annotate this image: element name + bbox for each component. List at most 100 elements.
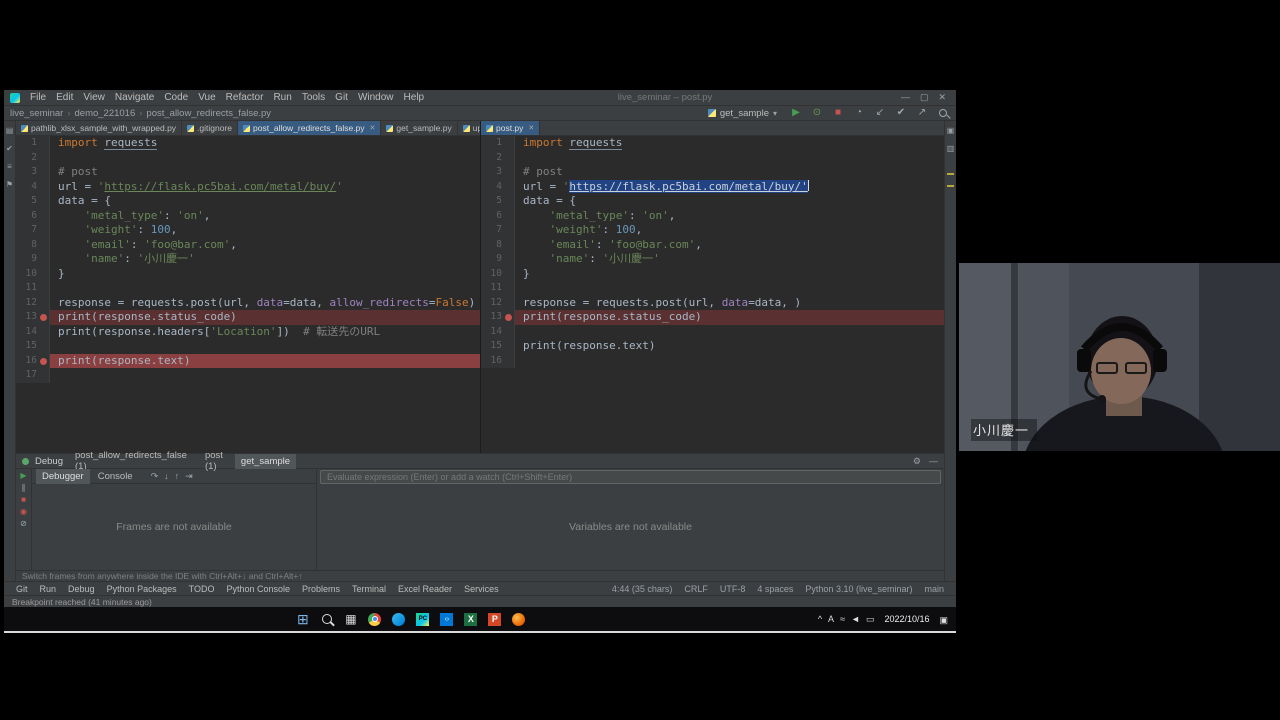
debug-session-tab-post-1[interactable]: post (1): [199, 454, 229, 469]
excel-button[interactable]: X: [460, 607, 482, 631]
toolwindow-python-console[interactable]: Python Console: [220, 584, 296, 594]
run-to-cursor-button[interactable]: ⇥: [185, 471, 193, 482]
notification-center-button[interactable]: ▣: [940, 615, 949, 625]
line-number[interactable]: 7: [481, 223, 515, 238]
toolwindow-services[interactable]: Services: [458, 584, 505, 594]
chrome-button[interactable]: [364, 607, 386, 631]
code-editor-right[interactable]: 1import requests23# post4url = 'https://…: [481, 136, 944, 453]
close-icon[interactable]: ✕: [528, 124, 534, 132]
menu-edit[interactable]: Edit: [51, 92, 78, 103]
pause-button[interactable]: ∥: [22, 484, 26, 492]
line-number[interactable]: 15: [481, 339, 515, 354]
network-icon[interactable]: ≈: [840, 614, 845, 625]
line-number[interactable]: 5: [16, 194, 50, 209]
debug-button[interactable]: ⊙: [810, 108, 824, 118]
line-number[interactable]: 4: [481, 180, 515, 195]
status-4-44-35-chars[interactable]: 4:44 (35 chars): [606, 584, 679, 594]
line-number[interactable]: 1: [481, 136, 515, 151]
maximize-button[interactable]: ▢: [920, 92, 929, 103]
evaluate-expression-input[interactable]: Evaluate expression (Enter) or add a wat…: [320, 470, 941, 484]
tab-console[interactable]: Console: [92, 469, 139, 484]
line-number[interactable]: 12: [481, 296, 515, 311]
menu-vue[interactable]: Vue: [193, 92, 220, 103]
code-editor-left[interactable]: 1import requests23# post4url = 'https://…: [16, 136, 480, 453]
breadcrumb-item[interactable]: post_allow_redirects_false.py: [146, 108, 271, 119]
line-number[interactable]: 3: [16, 165, 50, 180]
search-button[interactable]: [316, 607, 338, 631]
git-push-button[interactable]: ↗: [915, 108, 929, 118]
coverage-button[interactable]: ◔: [852, 108, 866, 118]
line-number[interactable]: 16: [481, 354, 515, 369]
toolwindow-python-packages[interactable]: Python Packages: [101, 584, 183, 594]
line-number[interactable]: 7: [16, 223, 50, 238]
close-icon[interactable]: ✕: [370, 124, 376, 132]
minimize-button[interactable]: —: [901, 92, 910, 103]
breakpoint-icon[interactable]: [505, 314, 512, 321]
tab-gitignore[interactable]: .gitignore: [182, 121, 238, 135]
menu-tools[interactable]: Tools: [297, 92, 330, 103]
status-python-3-10-live-seminar[interactable]: Python 3.10 (live_seminar): [799, 584, 918, 594]
line-number[interactable]: 5: [481, 194, 515, 209]
tab-pathlib-xlsx-sample-with-wrapped-py[interactable]: pathlib_xlsx_sample_with_wrapped.py: [16, 121, 182, 135]
breadcrumb-item[interactable]: demo_221016: [75, 108, 136, 119]
close-button[interactable]: ✕: [938, 92, 946, 103]
commit-tool-button[interactable]: ✔: [6, 145, 13, 153]
toolwindow-problems[interactable]: Problems: [296, 584, 346, 594]
line-number[interactable]: 1: [16, 136, 50, 151]
line-number[interactable]: 11: [16, 281, 50, 296]
database-tool-button[interactable]: ▥: [947, 145, 955, 153]
breakpoint-icon[interactable]: [40, 314, 47, 321]
status-utf-8[interactable]: UTF-8: [714, 584, 752, 594]
step-out-button[interactable]: ↑: [175, 471, 180, 482]
menu-file[interactable]: File: [25, 92, 51, 103]
line-number[interactable]: 16: [16, 354, 50, 369]
project-tool-button[interactable]: ▤: [6, 127, 14, 135]
line-number[interactable]: 12: [16, 296, 50, 311]
line-number[interactable]: 2: [16, 151, 50, 166]
breakpoint-icon[interactable]: [40, 358, 47, 365]
debug-session-tab-get-sample[interactable]: get_sample: [235, 454, 296, 469]
toolwindow-todo[interactable]: TODO: [183, 584, 221, 594]
toolwindow-terminal[interactable]: Terminal: [346, 584, 392, 594]
stop-button[interactable]: ■: [831, 108, 845, 118]
git-commit-button[interactable]: ✔: [894, 108, 908, 118]
line-number[interactable]: 9: [16, 252, 50, 267]
menu-navigate[interactable]: Navigate: [110, 92, 159, 103]
vscode-button[interactable]: ‹›: [436, 607, 458, 631]
pycharm-button[interactable]: PC: [412, 607, 434, 631]
tab-post-allow-redirects-false-py[interactable]: post_allow_redirects_false.py✕: [238, 121, 381, 135]
line-number[interactable]: 13: [16, 310, 50, 325]
line-number[interactable]: 6: [16, 209, 50, 224]
status-main[interactable]: main: [918, 584, 950, 594]
git-update-button[interactable]: ↙: [873, 108, 887, 118]
toolwindow-excel-reader[interactable]: Excel Reader: [392, 584, 458, 594]
step-into-button[interactable]: ↓: [164, 471, 169, 482]
bookmarks-tool-button[interactable]: ⚑: [6, 181, 13, 189]
start-button[interactable]: ⊞: [292, 607, 314, 631]
line-number[interactable]: 8: [16, 238, 50, 253]
taskbar-clock[interactable]: 2022/10/16: [880, 614, 933, 624]
menu-window[interactable]: Window: [353, 92, 399, 103]
menu-view[interactable]: View: [78, 92, 110, 103]
firefox-button[interactable]: [508, 607, 530, 631]
search-everywhere-button[interactable]: [936, 109, 950, 117]
toolwindow-run[interactable]: Run: [34, 584, 63, 594]
line-number[interactable]: 3: [481, 165, 515, 180]
menu-help[interactable]: Help: [399, 92, 430, 103]
battery-icon[interactable]: ▭: [866, 614, 875, 625]
tab-up-py[interactable]: up.py: [458, 121, 480, 135]
powerpoint-button[interactable]: P: [484, 607, 506, 631]
run-config-select[interactable]: get_sample ▾: [703, 107, 782, 120]
menu-run[interactable]: Run: [268, 92, 296, 103]
edge-button[interactable]: [388, 607, 410, 631]
line-number[interactable]: 2: [481, 151, 515, 166]
line-number[interactable]: 8: [481, 238, 515, 253]
status-4-spaces[interactable]: 4 spaces: [751, 584, 799, 594]
settings-icon[interactable]: ⚙: [913, 456, 921, 467]
debug-session-tab-post-allow-redirects-false-1[interactable]: post_allow_redirects_false (1): [69, 454, 193, 469]
tab-debugger[interactable]: Debugger: [36, 469, 90, 484]
status-crlf[interactable]: CRLF: [678, 584, 714, 594]
line-number[interactable]: 11: [481, 281, 515, 296]
volume-icon[interactable]: ◄: [851, 614, 860, 625]
line-number[interactable]: 13: [481, 310, 515, 325]
